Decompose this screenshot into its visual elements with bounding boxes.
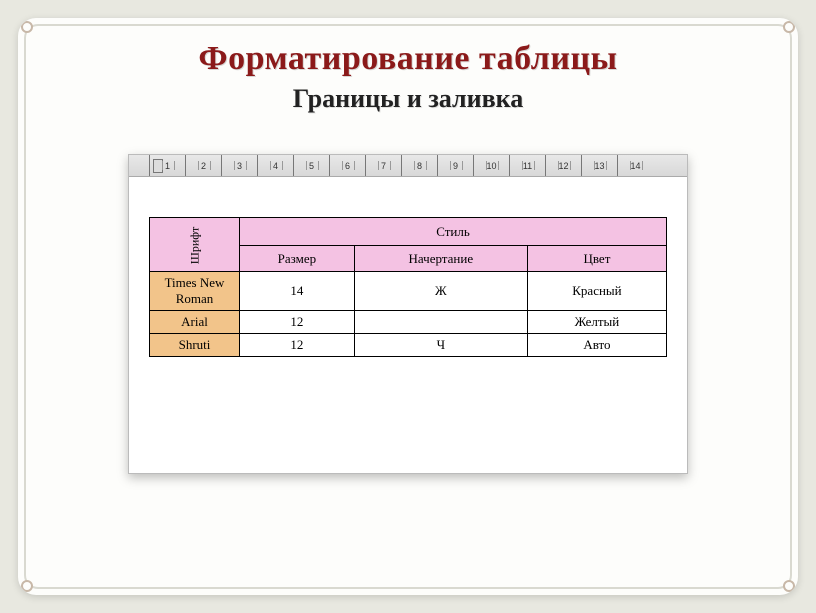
ruler-tick: 11 xyxy=(509,155,545,176)
ruler-tick: 9 xyxy=(437,155,473,176)
slide-title: Форматирование таблицы xyxy=(18,40,798,78)
ruler-tick: 3 xyxy=(221,155,257,176)
cell-size: 12 xyxy=(240,334,355,357)
cell-font: Shruti xyxy=(150,334,240,357)
ruler-tick: 5 xyxy=(293,155,329,176)
formatting-table: Шрифт Стиль Размер Начертание Цвет Times… xyxy=(149,217,667,357)
ruler-tick: 14 xyxy=(617,155,653,176)
slide-subtitle: Границы и заливка xyxy=(18,84,798,114)
cell-weight: Ж xyxy=(354,272,527,311)
header-style: Стиль xyxy=(240,218,667,246)
cell-font: Times New Roman xyxy=(150,272,240,311)
subhead-size: Размер xyxy=(240,246,355,272)
ruler-tick: 1 xyxy=(149,155,185,176)
table-row: Times New Roman 14 Ж Красный xyxy=(150,272,667,311)
ruler-tick: 2 xyxy=(185,155,221,176)
header-font-label: Шрифт xyxy=(187,226,202,264)
cell-weight: Ч xyxy=(354,334,527,357)
header-font: Шрифт xyxy=(150,218,240,272)
subhead-color: Цвет xyxy=(527,246,666,272)
subhead-weight: Начертание xyxy=(354,246,527,272)
ruler-tick: 7 xyxy=(365,155,401,176)
corner-ornament xyxy=(21,21,33,33)
corner-ornament xyxy=(783,21,795,33)
ruler-tick: 10 xyxy=(473,155,509,176)
horizontal-ruler: 1 2 3 4 5 6 7 8 9 10 11 12 13 14 xyxy=(129,155,687,177)
cell-size: 12 xyxy=(240,311,355,334)
corner-ornament xyxy=(783,580,795,592)
cell-font: Arial xyxy=(150,311,240,334)
cell-weight xyxy=(354,311,527,334)
cell-color: Красный xyxy=(527,272,666,311)
cell-size: 14 xyxy=(240,272,355,311)
corner-ornament xyxy=(21,580,33,592)
ruler-tick: 12 xyxy=(545,155,581,176)
ruler-tick: 8 xyxy=(401,155,437,176)
table-row: Arial 12 Желтый xyxy=(150,311,667,334)
cell-color: Авто xyxy=(527,334,666,357)
ruler-tick: 4 xyxy=(257,155,293,176)
document-page: Шрифт Стиль Размер Начертание Цвет Times… xyxy=(129,177,687,377)
ruler-tick: 13 xyxy=(581,155,617,176)
cell-color: Желтый xyxy=(527,311,666,334)
document-screenshot: 1 2 3 4 5 6 7 8 9 10 11 12 13 14 Шрифт С… xyxy=(128,154,688,474)
table-row: Shruti 12 Ч Авто xyxy=(150,334,667,357)
slide-frame: Форматирование таблицы Границы и заливка… xyxy=(18,18,798,595)
ruler-tick: 6 xyxy=(329,155,365,176)
